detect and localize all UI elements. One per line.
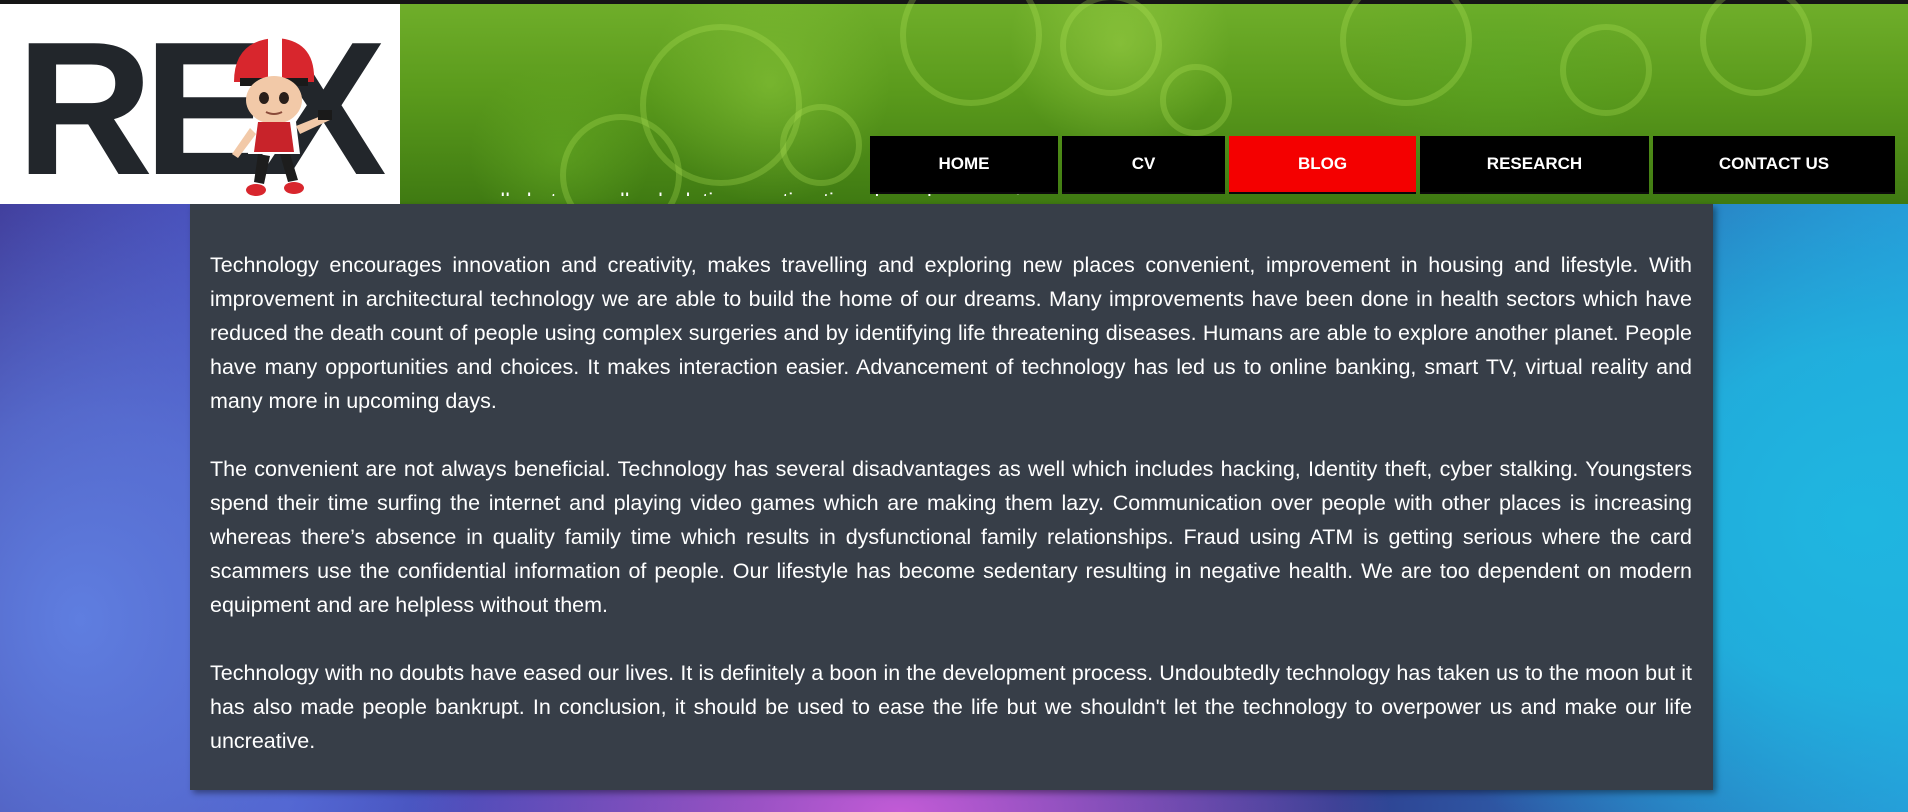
nav-home[interactable]: HOME: [870, 136, 1058, 194]
decorative-ring: [1060, 0, 1162, 96]
mascot-illustration: [232, 38, 332, 196]
article-paragraph: The convenient are not always beneficial…: [210, 457, 1692, 617]
decorative-ring: [1560, 24, 1652, 116]
blog-content: calculations were done manually but now …: [190, 189, 1713, 790]
decorative-ring: [1340, 0, 1472, 106]
nav-contact-us[interactable]: CONTACT US: [1653, 136, 1895, 194]
nav-blog[interactable]: BLOG: [1229, 136, 1416, 194]
article-paragraph: Technology with no doubts have eased our…: [210, 661, 1692, 753]
decorative-ring: [1160, 64, 1232, 136]
decorative-ring: [1700, 0, 1812, 96]
nav-cv[interactable]: CV: [1062, 136, 1225, 194]
decorative-ring: [900, 0, 1042, 106]
site-logo[interactable]: REX: [0, 4, 400, 204]
main-nav: HOME CV BLOG RESEARCH CONTACT US: [870, 136, 1903, 196]
decorative-ring: [780, 104, 862, 186]
article-paragraph: Technology encourages innovation and cre…: [210, 253, 1692, 413]
nav-research[interactable]: RESEARCH: [1420, 136, 1649, 194]
